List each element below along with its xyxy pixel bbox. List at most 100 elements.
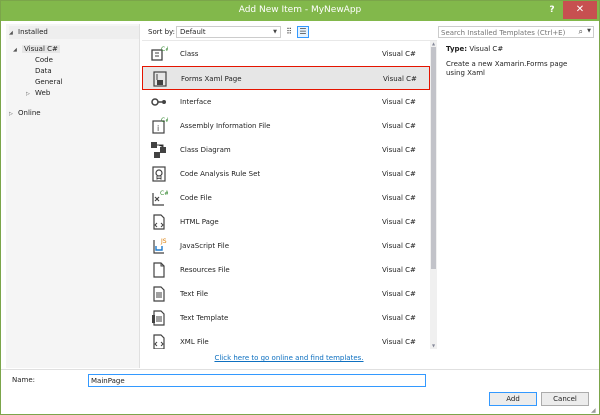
add-button[interactable]: Add <box>489 392 537 406</box>
template-item-class[interactable]: C# Class Visual C# <box>142 42 430 66</box>
resources-file-icon <box>153 262 165 278</box>
template-language: Visual C# <box>382 98 416 106</box>
svg-text:i: i <box>157 124 159 133</box>
sort-by-dropdown[interactable]: Default ▼ <box>176 26 281 38</box>
template-name: Forms Xaml Page <box>181 75 242 83</box>
template-language: Visual C# <box>382 314 416 322</box>
template-description: Create a new Xamarin.Forms page using Xa… <box>446 60 568 77</box>
chevron-down-icon[interactable]: ▼ <box>587 28 591 34</box>
svg-text:C#: C# <box>161 117 168 124</box>
html-page-icon <box>153 214 165 230</box>
search-icon[interactable]: ⌕ <box>579 27 583 37</box>
template-language: Visual C# <box>383 75 417 83</box>
tree-item-label: Installed <box>18 28 48 36</box>
tree-item-label: Online <box>18 109 41 117</box>
svg-text:C#: C# <box>161 46 168 53</box>
expand-arrow-icon[interactable]: ▷ <box>9 109 18 120</box>
class-diagram-icon <box>151 142 166 158</box>
template-name: Interface <box>180 98 212 106</box>
template-item-javascript-file[interactable]: JS JavaScript File Visual C# <box>142 234 430 258</box>
title-bar[interactable]: Add New Item - MyNewApp ? ✕ <box>1 1 599 21</box>
chevron-down-icon: ▼ <box>273 29 277 35</box>
template-item-assembly-information-file[interactable]: i C# Assembly Information File Visual C# <box>142 114 430 138</box>
tree-item-installed[interactable]: ◢ Installed <box>9 26 139 39</box>
tree-item-data[interactable]: Data <box>35 66 52 77</box>
expand-arrow-icon[interactable]: ▷ <box>26 89 35 100</box>
template-item-xml-file[interactable]: XML File Visual C# <box>142 330 430 349</box>
template-language: Visual C# <box>382 218 416 226</box>
tree-item-web[interactable]: ▷ Web <box>26 88 50 99</box>
collapse-arrow-icon[interactable]: ◢ <box>9 27 18 40</box>
code-file-icon: C# <box>152 190 168 206</box>
tree-item-label: Data <box>35 67 52 75</box>
template-name: Code Analysis Rule Set <box>180 170 261 178</box>
template-language: Visual C# <box>382 146 416 154</box>
xml-file-icon <box>153 334 165 349</box>
template-item-resources-file[interactable]: Resources File Visual C# <box>142 258 430 282</box>
close-button[interactable]: ✕ <box>563 1 597 19</box>
sort-by-label: Sort by: <box>148 28 176 36</box>
search-templates-box[interactable]: ⌕ ▼ <box>438 26 594 38</box>
name-field[interactable] <box>88 374 426 387</box>
template-item-interface[interactable]: Interface Visual C# <box>142 90 430 114</box>
list-view-button[interactable]: ☰ <box>297 26 309 38</box>
grid-view-icon: ⠿ <box>286 27 292 36</box>
template-language: Visual C# <box>382 194 416 202</box>
tree-item-online[interactable]: ▷ Online <box>9 108 41 119</box>
text-template-icon <box>152 310 165 326</box>
divider <box>1 369 599 370</box>
template-item-text-file[interactable]: Text File Visual C# <box>142 282 430 306</box>
scrollbar-thumb[interactable] <box>431 47 436 269</box>
template-list: C# Class Visual C# Forms Xaml Page Visua… <box>142 40 437 349</box>
medium-icons-view-button[interactable]: ⠿ <box>283 26 295 38</box>
template-name: Class Diagram <box>180 146 231 154</box>
template-item-forms-xaml-page[interactable]: Forms Xaml Page Visual C# <box>142 66 430 90</box>
template-name: Text Template <box>180 314 229 322</box>
resize-grip-icon[interactable]: ◢ <box>591 407 596 414</box>
template-list-scrollbar[interactable]: ▲ ▼ <box>430 41 437 349</box>
template-name: HTML Page <box>180 218 219 226</box>
template-category-tree: ◢ Installed ◢ Visual C# Code Data General … <box>6 24 140 368</box>
template-name: Code File <box>180 194 212 202</box>
template-item-html-page[interactable]: HTML Page Visual C# <box>142 210 430 234</box>
help-button[interactable]: ? <box>545 3 559 17</box>
add-new-item-dialog: Add New Item - MyNewApp ? ✕ ◢ Installed ◢… <box>0 0 600 415</box>
template-item-code-file[interactable]: C# Code File Visual C# <box>142 186 430 210</box>
find-templates-online-link[interactable]: Click here to go online and find templat… <box>141 349 437 367</box>
search-input[interactable] <box>441 28 571 37</box>
template-language: Visual C# <box>382 50 416 58</box>
template-name: Assembly Information File <box>180 122 271 130</box>
rule-set-icon <box>152 166 166 182</box>
type-value: Visual C# <box>469 45 504 53</box>
template-language: Visual C# <box>382 122 416 130</box>
template-details-panel: Type: Visual C# Create a new Xamarin.For… <box>438 41 595 341</box>
svg-text:C#: C# <box>160 190 168 197</box>
template-name: XML File <box>180 338 209 346</box>
list-view-icon: ☰ <box>299 27 307 36</box>
tree-item-label: Visual C# <box>22 45 60 53</box>
window-title: Add New Item - MyNewApp <box>238 5 362 15</box>
tree-item-code[interactable]: Code <box>35 55 53 66</box>
javascript-file-icon: JS <box>153 238 167 254</box>
template-language: Visual C# <box>382 266 416 274</box>
template-language: Visual C# <box>382 242 416 250</box>
forms-xaml-page-icon <box>153 71 167 87</box>
template-name: Resources File <box>180 266 230 274</box>
tree-item-label: Web <box>35 89 51 97</box>
template-item-text-template[interactable]: Text Template Visual C# <box>142 306 430 330</box>
collapse-arrow-icon[interactable]: ◢ <box>13 45 22 56</box>
template-item-class-diagram[interactable]: Class Diagram Visual C# <box>142 138 430 162</box>
class-icon: C# <box>151 46 168 61</box>
tree-item-label: Code <box>35 56 53 64</box>
text-file-icon <box>153 286 165 302</box>
template-item-code-analysis-rule-set[interactable]: Code Analysis Rule Set Visual C# <box>142 162 430 186</box>
name-label: Name: <box>12 376 36 384</box>
template-name: Text File <box>180 290 209 298</box>
tree-item-general[interactable]: General <box>35 77 63 88</box>
tree-item-visual-csharp[interactable]: ◢ Visual C# <box>13 44 60 55</box>
cancel-button[interactable]: Cancel <box>541 392 589 406</box>
sort-toolbar: Sort by: Default ▼ ⠿ ☰ <box>141 24 437 40</box>
assembly-info-icon: i C# <box>152 117 168 134</box>
interface-icon <box>151 98 166 106</box>
template-name: Class <box>180 50 199 58</box>
